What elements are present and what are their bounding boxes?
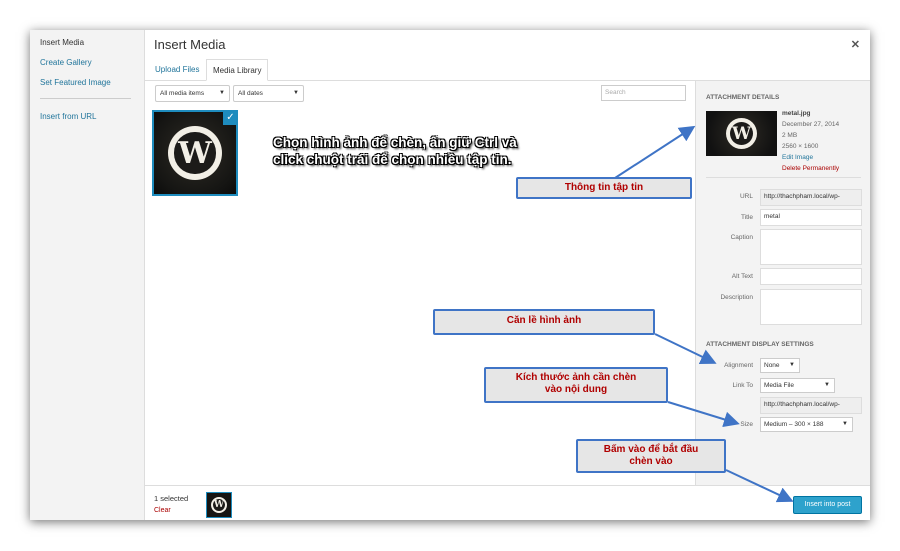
instruction-line-1: Chọn hình ảnh để chèn, ấn giữ Ctrl và	[273, 135, 517, 150]
callout-insert-line-2: chèn vào	[629, 456, 673, 467]
callout-size-line-1: Kích thước ảnh cần chèn	[515, 372, 637, 383]
annotation-arrows	[614, 125, 794, 503]
instruction-overlay: Chọn hình ảnh để chèn, ấn giữ Ctrl và cl…	[273, 134, 517, 168]
callout-insert: Bấm vào để bắt đầu chèn vào	[576, 439, 726, 473]
arrow-size	[667, 401, 740, 428]
arrow-insert	[725, 469, 794, 503]
instruction-line-2: click chuột trái để chọn nhiều tập tin.	[273, 152, 512, 167]
callout-image-size: Kích thước ảnh cần chèn vào nội dung	[484, 367, 668, 403]
callout-alignment: Căn lề hình ảnh	[433, 309, 655, 335]
arrow-alignment	[654, 333, 717, 364]
arrow-file-info	[614, 125, 696, 179]
callout-size-line-2: vào nội dung	[544, 384, 608, 395]
callout-file-info: Thông tin tập tin	[516, 177, 692, 199]
callout-insert-line-1: Bấm vào để bắt đầu	[603, 444, 699, 455]
